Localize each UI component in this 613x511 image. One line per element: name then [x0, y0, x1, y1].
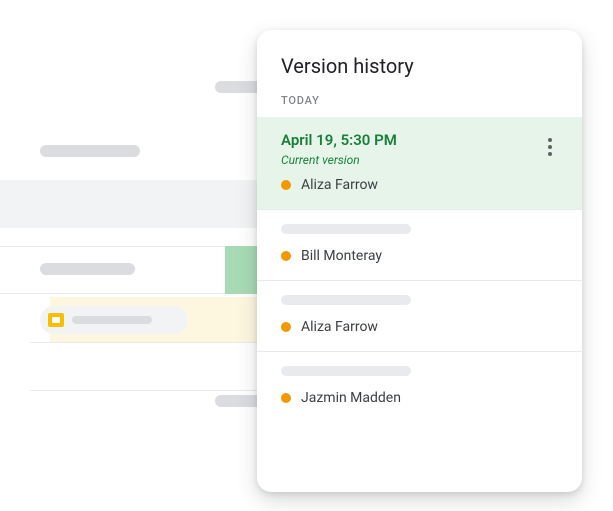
version-item[interactable]: Bill Monteray: [257, 209, 582, 280]
panel-title: Version history: [257, 30, 582, 94]
version-timestamp-placeholder: [281, 224, 411, 234]
editor-color-dot: [281, 393, 291, 403]
editor-name: Aliza Farrow: [301, 319, 378, 335]
kebab-icon: [548, 145, 552, 149]
version-item-current[interactable]: April 19, 5:30 PM Current version Aliza …: [257, 117, 582, 209]
version-history-panel: Version history TODAY April 19, 5:30 PM …: [257, 30, 582, 492]
editor-name: Bill Monteray: [301, 248, 382, 264]
section-header-today: TODAY: [257, 94, 582, 117]
editor-name: Jazmin Madden: [301, 390, 401, 406]
more-options-button[interactable]: [538, 135, 562, 159]
editor-row: Aliza Farrow: [281, 177, 558, 193]
version-subtitle: Current version: [281, 153, 558, 167]
version-timestamp: April 19, 5:30 PM: [281, 131, 558, 149]
kebab-icon: [548, 152, 552, 156]
editor-color-dot: [281, 251, 291, 261]
editor-color-dot: [281, 322, 291, 332]
version-item[interactable]: Aliza Farrow: [257, 280, 582, 351]
version-timestamp-placeholder: [281, 366, 411, 376]
version-item[interactable]: Jazmin Madden: [257, 351, 582, 422]
editor-row: Bill Monteray: [281, 248, 558, 264]
editor-row: Jazmin Madden: [281, 390, 558, 406]
editor-color-dot: [281, 180, 291, 190]
version-timestamp-placeholder: [281, 295, 411, 305]
editor-row: Aliza Farrow: [281, 319, 558, 335]
doc-row-blank: [30, 343, 265, 391]
editor-name: Aliza Farrow: [301, 177, 378, 193]
slides-icon: [48, 313, 64, 327]
doc-chip-placeholder: [72, 316, 152, 324]
doc-slides-chip[interactable]: [40, 306, 188, 334]
doc-row-shaded: [0, 180, 265, 228]
doc-placeholder-line: [40, 145, 140, 157]
doc-placeholder-line: [40, 263, 135, 275]
kebab-icon: [548, 138, 552, 142]
